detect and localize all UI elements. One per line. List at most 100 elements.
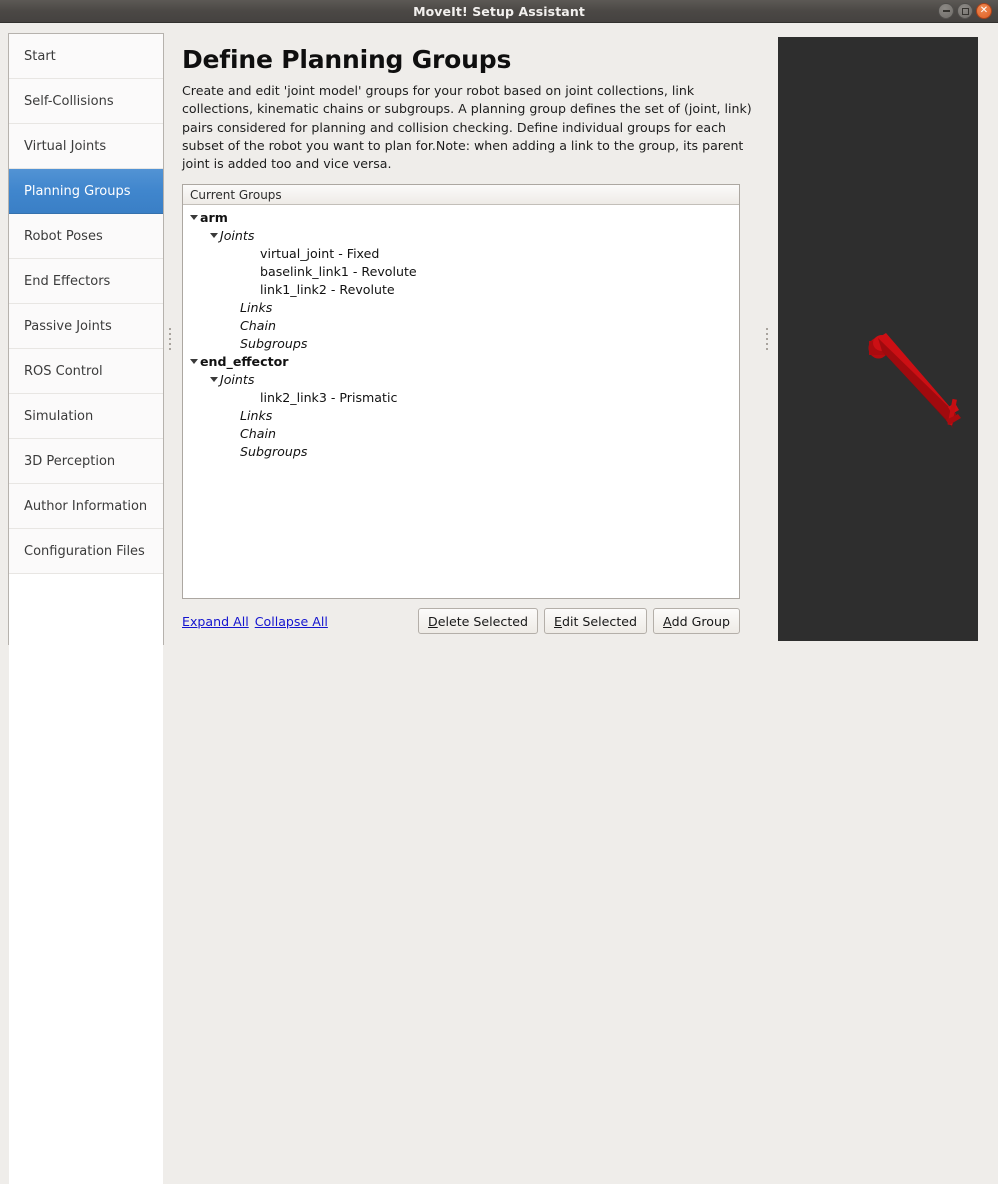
sidebar-item-label: Start xyxy=(24,48,56,64)
main-content: Define Planning Groups Create and edit '… xyxy=(182,33,762,645)
sidebar-item-label: Self-Collisions xyxy=(24,93,114,109)
sidebar-item-virtual-joints[interactable]: Virtual Joints xyxy=(9,124,163,169)
current-groups-tree[interactable]: Current Groups arm Joints virtual_joint - … xyxy=(182,184,740,600)
tree-row-label: virtual_joint - Fixed xyxy=(260,245,380,261)
sidebar-item-passive-joints[interactable]: Passive Joints xyxy=(9,304,163,349)
tree-row-label: Links xyxy=(240,407,273,423)
maximize-button[interactable] xyxy=(957,3,973,19)
tree-row-label: Joints xyxy=(220,371,255,387)
expand-triangle-icon[interactable] xyxy=(187,211,200,224)
sidebar-item-author-information[interactable]: Author Information xyxy=(9,484,163,529)
sidebar-item-simulation[interactable]: Simulation xyxy=(9,394,163,439)
tree-row-label: Chain xyxy=(240,425,276,441)
window-title: MoveIt! Setup Assistant xyxy=(413,3,585,19)
tree-row[interactable]: Chain xyxy=(183,316,739,334)
add-group-button[interactable]: Add Group xyxy=(653,608,740,635)
sidebar-item-end-effectors[interactable]: End Effectors xyxy=(9,259,163,304)
tree-row[interactable]: Joints xyxy=(183,226,739,244)
tree-row-label: Joints xyxy=(220,227,255,243)
sidebar-item-label: 3D Perception xyxy=(24,453,116,469)
sidebar-item-label: Robot Poses xyxy=(24,228,103,244)
tree-row[interactable]: link2_link3 - Prismatic xyxy=(183,388,739,406)
minimize-button[interactable] xyxy=(938,3,954,19)
expand-triangle-icon[interactable] xyxy=(207,373,220,386)
splitter-grip-icon xyxy=(766,328,768,350)
sidebar-item-robot-poses[interactable]: Robot Poses xyxy=(9,214,163,259)
close-button[interactable]: ✕ xyxy=(976,3,992,19)
tree-row-label: Subgroups xyxy=(240,443,308,459)
sidebar-item-ros-control[interactable]: ROS Control xyxy=(9,349,163,394)
sidebar-empty-area xyxy=(9,574,163,1184)
tree-row-label: Links xyxy=(240,299,273,315)
edit-selected-button[interactable]: Edit Selected xyxy=(544,608,648,635)
tree-row-label: link2_link3 - Prismatic xyxy=(260,389,398,405)
tree-row[interactable]: Subgroups xyxy=(183,442,739,460)
tree-row[interactable]: baselink_link1 - Revolute xyxy=(183,262,739,280)
sidebar-item-label: Passive Joints xyxy=(24,318,112,334)
expand-all-link[interactable]: Expand All xyxy=(182,614,249,629)
robot-model-render xyxy=(868,333,961,429)
sidebar-splitter[interactable] xyxy=(165,33,175,645)
tree-row[interactable]: Joints xyxy=(183,370,739,388)
button-label: dd Group xyxy=(671,613,730,629)
navigation-sidebar[interactable]: Start Self-Collisions Virtual Joints Planni… xyxy=(8,33,164,1184)
sidebar-item-label: Author Information xyxy=(24,498,148,514)
close-icon: ✕ xyxy=(979,4,989,16)
tree-row[interactable]: Subgroups xyxy=(183,334,739,352)
tree-row-label: arm xyxy=(200,209,228,225)
page-title: Define Planning Groups xyxy=(182,45,512,74)
rviz-3d-view[interactable] xyxy=(778,37,978,641)
tree-row[interactable]: virtual_joint - Fixed xyxy=(183,244,739,262)
tree-row-label: end_effector xyxy=(200,353,289,369)
sidebar-item-3d-perception[interactable]: 3D Perception xyxy=(9,439,163,484)
sidebar-list: Start Self-Collisions Virtual Joints Planni… xyxy=(9,34,163,574)
tree-actions-bar: Expand All Collapse All Delete Selected Ed… xyxy=(182,608,740,635)
mnemonic-char: D xyxy=(428,613,438,629)
sidebar-item-self-collisions[interactable]: Self-Collisions xyxy=(9,79,163,124)
collapse-all-link[interactable]: Collapse All xyxy=(255,614,328,629)
sidebar-item-label: Planning Groups xyxy=(24,183,131,199)
mnemonic-char: A xyxy=(663,613,672,629)
tree-expand-collapse-links[interactable]: Expand All Collapse All xyxy=(182,614,328,629)
workspace: Start Self-Collisions Virtual Joints Planni… xyxy=(0,23,998,1184)
expand-triangle-icon[interactable] xyxy=(207,229,220,242)
mnemonic-char: E xyxy=(554,613,562,629)
maximize-icon xyxy=(961,7,969,15)
window-titlebar: MoveIt! Setup Assistant ✕ xyxy=(0,0,998,23)
expand-triangle-icon[interactable] xyxy=(187,355,200,368)
tree-rows-container[interactable]: arm Joints virtual_joint - Fixed baselink_l… xyxy=(183,205,739,599)
tree-row[interactable]: arm xyxy=(183,208,739,226)
splitter-grip-icon xyxy=(169,328,171,350)
window-controls: ✕ xyxy=(938,3,992,19)
tree-row[interactable]: Links xyxy=(183,298,739,316)
tree-row-label: baselink_link1 - Revolute xyxy=(260,263,417,279)
tree-row[interactable]: Chain xyxy=(183,424,739,442)
tree-row-label: Chain xyxy=(240,317,276,333)
tree-row[interactable]: Links xyxy=(183,406,739,424)
sidebar-item-planning-groups[interactable]: Planning Groups xyxy=(9,169,163,214)
sidebar-item-label: End Effectors xyxy=(24,273,111,289)
button-label: dit Selected xyxy=(562,613,638,629)
tree-row[interactable]: link1_link2 - Revolute xyxy=(183,280,739,298)
tree-row-label: link1_link2 - Revolute xyxy=(260,281,395,297)
page-description: Create and edit 'joint model' groups for… xyxy=(182,83,752,172)
delete-selected-button[interactable]: Delete Selected xyxy=(418,608,539,635)
sidebar-item-configuration-files[interactable]: Configuration Files xyxy=(9,529,163,574)
tree-column-header: Current Groups xyxy=(183,185,739,206)
group-action-buttons[interactable]: Delete Selected Edit Selected Add Group xyxy=(418,608,740,635)
sidebar-item-label: Configuration Files xyxy=(24,543,145,559)
sidebar-item-label: Simulation xyxy=(24,408,94,424)
sidebar-item-start[interactable]: Start xyxy=(9,34,163,79)
viewport-splitter[interactable] xyxy=(762,37,772,641)
tree-row-label: Subgroups xyxy=(240,335,308,351)
tree-row[interactable]: end_effector xyxy=(183,352,739,370)
